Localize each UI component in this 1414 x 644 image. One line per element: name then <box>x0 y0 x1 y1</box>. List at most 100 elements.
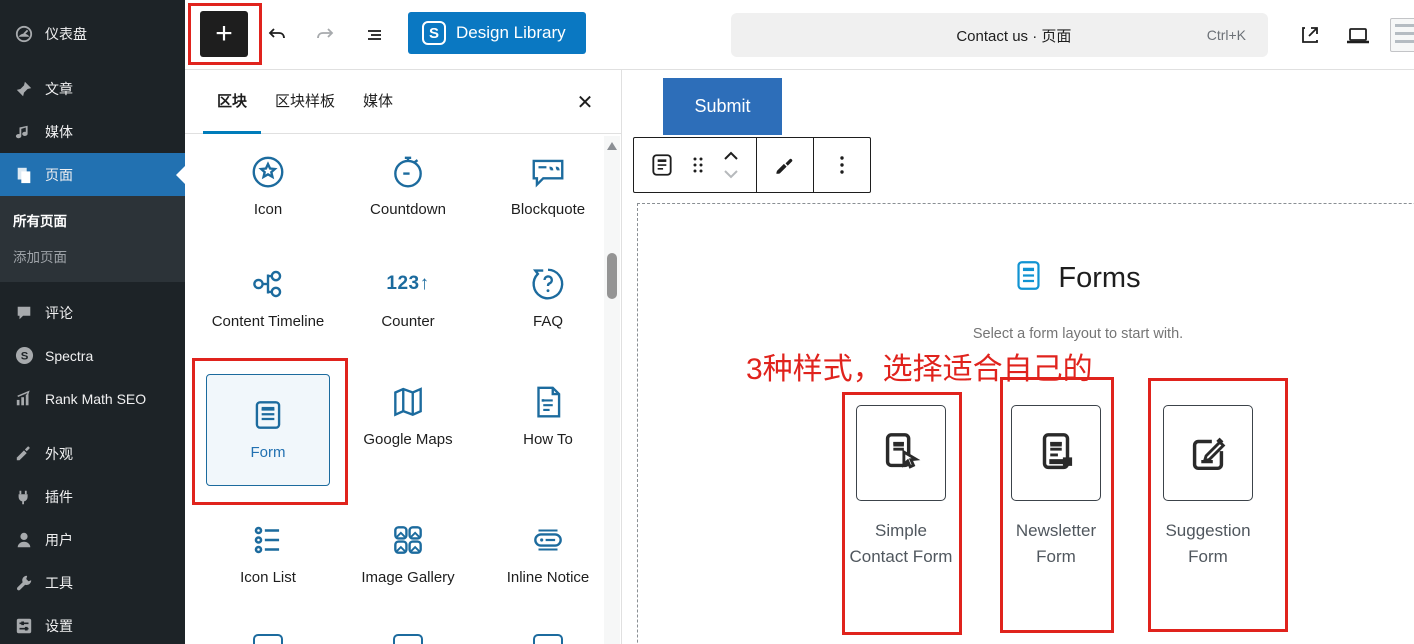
scrollbar-up-arrow[interactable] <box>607 142 617 150</box>
sidebar-subitem-all-pages[interactable]: 所有页面 <box>0 202 185 238</box>
block-tile-form[interactable]: Form <box>206 374 330 486</box>
block-tile-countdown[interactable]: Countdown <box>338 140 478 252</box>
sidebar-item-pages[interactable]: 页面 <box>0 153 185 196</box>
block-tile-label: FAQ <box>533 312 563 332</box>
sidebar-item-label: 工具 <box>45 573 73 593</box>
form-block-icon <box>249 393 287 437</box>
admin-sidebar: 仪表盘 文章 媒体 页面 所有页面 添加页面 <box>0 0 185 644</box>
settings-panel-partial-icon[interactable] <box>1390 18 1414 52</box>
styles-paintbrush-button[interactable] <box>767 147 803 183</box>
sidebar-item-label: 设置 <box>45 616 73 636</box>
sidebar-item-tools[interactable]: 工具 <box>0 561 185 604</box>
block-tile-blockquote[interactable]: Blockquote <box>478 140 618 252</box>
view-page-external-link-button[interactable] <box>1294 19 1326 51</box>
sidebar-item-spectra[interactable]: S Spectra <box>0 334 185 377</box>
design-library-button[interactable]: S Design Library <box>408 12 586 54</box>
partial-block-icon <box>393 634 423 644</box>
counter-icon: 123↑ <box>386 262 429 306</box>
google-maps-icon <box>389 380 427 424</box>
tab-media[interactable]: 媒体 <box>349 70 407 134</box>
sliders-icon <box>14 616 34 636</box>
block-tile-counter[interactable]: 123↑ Counter <box>338 252 478 370</box>
sidebar-item-appearance[interactable]: 外观 <box>0 432 185 475</box>
options-kebab-button[interactable] <box>824 147 860 183</box>
block-toolbar <box>633 137 871 193</box>
dashboard-icon <box>14 24 34 44</box>
rank-math-icon <box>14 389 34 409</box>
block-tile-partial-3[interactable] <box>478 620 618 644</box>
move-up-button[interactable] <box>716 147 746 165</box>
block-tile-label: Blockquote <box>511 200 585 220</box>
sidebar-item-media[interactable]: 媒体 <box>0 110 185 153</box>
block-tile-icon-list[interactable]: Icon List <box>198 508 338 620</box>
block-tile-label: How To <box>523 430 573 450</box>
layout-option-newsletter-form[interactable]: Newsletter Form <box>981 405 1131 570</box>
block-tile-how-to[interactable]: How To <box>478 370 618 508</box>
block-tile-label: Inline Notice <box>507 568 590 588</box>
block-tile-partial-1[interactable] <box>198 620 338 644</box>
icon-block-icon <box>249 150 287 194</box>
spectra-icon: S <box>14 346 34 366</box>
sidebar-item-posts[interactable]: 文章 <box>0 67 185 110</box>
sidebar-item-users[interactable]: 用户 <box>0 518 185 561</box>
block-tile-label: Countdown <box>370 200 446 220</box>
media-icon <box>14 122 34 142</box>
block-tile-icon[interactable]: Icon <box>198 140 338 252</box>
countdown-icon <box>389 150 427 194</box>
layout-option-label: Simple Contact Form <box>846 518 956 570</box>
panel-scrollbar[interactable] <box>604 136 620 644</box>
scrollbar-thumb[interactable] <box>607 253 617 299</box>
sidebar-item-dashboard[interactable]: 仪表盘 <box>0 12 185 55</box>
tab-patterns[interactable]: 区块样板 <box>261 70 349 134</box>
forms-title: Forms <box>1058 262 1140 295</box>
block-tile-faq[interactable]: FAQ <box>478 252 618 370</box>
sidebar-item-label: 页面 <box>45 165 73 185</box>
block-tile-content-timeline[interactable]: Content Timeline <box>198 252 338 370</box>
inline-notice-icon <box>529 518 567 562</box>
drag-handle[interactable] <box>680 147 716 183</box>
comment-icon <box>14 303 34 323</box>
move-down-button[interactable] <box>716 165 746 183</box>
partial-block-icon <box>253 634 283 644</box>
shortcut-hint: Ctrl+K <box>1207 27 1268 43</box>
image-gallery-icon <box>389 518 427 562</box>
pages-icon <box>14 165 34 185</box>
block-tile-inline-notice[interactable]: Inline Notice <box>478 508 618 620</box>
block-tile-partial-2[interactable] <box>338 620 478 644</box>
sidebar-item-label: 用户 <box>45 530 73 550</box>
block-tile-image-gallery[interactable]: Image Gallery <box>338 508 478 620</box>
document-title: Contact us · 页面 <box>731 25 1207 46</box>
form-block-type-button[interactable] <box>644 147 680 183</box>
layout-option-simple-contact-form[interactable]: Simple Contact Form <box>826 405 976 570</box>
partial-block-icon <box>533 634 563 644</box>
sidebar-subitem-add-page[interactable]: 添加页面 <box>0 238 185 274</box>
sidebar-item-label: 评论 <box>45 303 73 323</box>
pushpin-icon <box>14 79 34 99</box>
block-tile-google-maps[interactable]: Google Maps <box>338 370 478 508</box>
device-preview-button[interactable] <box>1342 19 1374 51</box>
command-center-bar[interactable]: Contact us · 页面 Ctrl+K <box>731 13 1268 57</box>
sidebar-item-comments[interactable]: 评论 <box>0 291 185 334</box>
block-inserter-toggle-button[interactable]: + <box>200 11 248 57</box>
suggestion-form-icon <box>1163 405 1253 501</box>
newsletter-form-icon <box>1011 405 1101 501</box>
list-view-button[interactable] <box>359 19 391 51</box>
block-tile-label: Form <box>251 443 286 463</box>
spectra-logo-icon: S <box>422 21 446 45</box>
tab-blocks[interactable]: 区块 <box>203 70 261 134</box>
block-tile-label: Content Timeline <box>212 312 325 332</box>
wordpress-editor-screen: 仪表盘 文章 媒体 页面 所有页面 添加页面 <box>0 0 1414 644</box>
pages-submenu: 所有页面 添加页面 <box>0 196 185 282</box>
undo-button[interactable] <box>261 19 293 51</box>
layout-option-suggestion-form[interactable]: Suggestion Form <box>1133 405 1283 570</box>
sidebar-item-settings[interactable]: 设置 <box>0 604 185 644</box>
redo-button[interactable] <box>309 19 341 51</box>
editor-top-bar: + S Design Library Contact us · 页面 Ctrl+… <box>185 0 1414 70</box>
user-icon <box>14 530 34 550</box>
sidebar-item-plugins[interactable]: 插件 <box>0 475 185 518</box>
inserter-tabs: 区块 区块样板 媒体 ✕ <box>185 70 621 134</box>
form-submit-button[interactable]: Submit <box>663 78 782 135</box>
close-inserter-button[interactable]: ✕ <box>571 88 599 116</box>
sidebar-item-label: 插件 <box>45 487 73 507</box>
sidebar-item-rank-math[interactable]: Rank Math SEO <box>0 377 185 420</box>
